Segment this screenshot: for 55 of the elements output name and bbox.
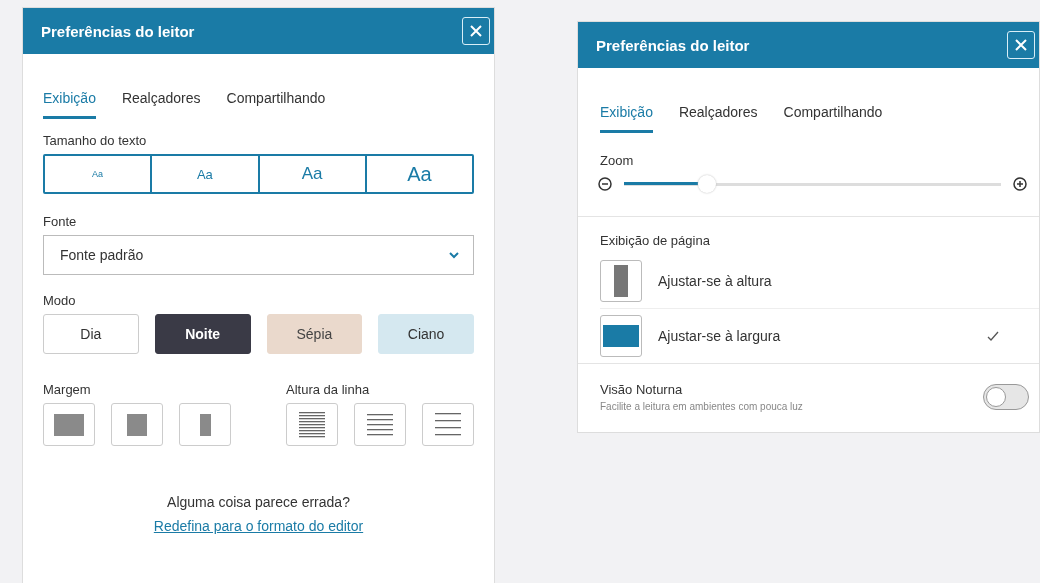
help-text: Alguma coisa parece errada?: [167, 494, 350, 510]
close-icon: [1015, 39, 1027, 51]
window-title: Preferências do leitor: [41, 22, 195, 40]
page-icon: [54, 413, 84, 436]
page-view-option[interactable]: Ajustar-se à largura: [578, 309, 1039, 364]
zoom-out-icon: [598, 177, 612, 191]
mode-button[interactable]: Sépia: [266, 314, 363, 354]
lines-icon: [435, 413, 461, 436]
section-label: Modo: [43, 293, 77, 308]
option-label: Ajustar-se à altura: [658, 273, 773, 289]
page-icon: [127, 413, 147, 436]
setting-title: Visão Noturna: [600, 382, 684, 397]
lines-icon: [367, 413, 393, 436]
section-label: Margem: [43, 382, 92, 397]
window-title: Preferências do leitor: [596, 36, 750, 54]
close-icon: [470, 25, 482, 37]
mode-button[interactable]: Noite: [154, 314, 251, 354]
page-icon: [603, 325, 639, 347]
line-height-button[interactable]: [286, 403, 338, 446]
setting-description: Facilite a leitura em ambientes com pouca luz: [600, 401, 803, 412]
section-label: Tamanho do texto: [43, 133, 148, 148]
zoom-in-button[interactable]: [1013, 177, 1027, 191]
zoom-out-button[interactable]: [598, 177, 612, 191]
tab[interactable]: Exibição: [600, 104, 653, 133]
zoom-in-icon: [1013, 177, 1027, 191]
tab[interactable]: Exibição: [43, 90, 96, 119]
close-button[interactable]: [462, 17, 490, 45]
lines-icon: [299, 411, 325, 438]
section-label: Fonte: [43, 214, 78, 229]
tab[interactable]: Compartilhando: [226, 90, 326, 119]
close-button[interactable]: [1007, 31, 1035, 59]
margin-button[interactable]: [43, 403, 95, 446]
zoom-slider-thumb[interactable]: [697, 175, 716, 193]
margin-button[interactable]: [179, 403, 231, 446]
page-icon: [614, 265, 628, 297]
tab[interactable]: Compartilhando: [783, 104, 883, 133]
line-height-button[interactable]: [354, 403, 406, 446]
page-view-option[interactable]: Ajustar-se à altura: [600, 254, 1039, 309]
page-icon: [199, 413, 211, 436]
reset-link[interactable]: Redefina para o formato do editor: [153, 518, 364, 534]
section-label: Zoom: [599, 153, 635, 168]
font-dropdown[interactable]: Fonte padrão: [43, 235, 474, 275]
option-label: Ajustar-se à largura: [658, 328, 782, 344]
line-height-button[interactable]: [422, 403, 474, 446]
mode-button[interactable]: Dia: [43, 314, 139, 354]
chevron-down-icon: [449, 251, 459, 259]
margin-button[interactable]: [111, 403, 163, 446]
checkmark-icon: [987, 331, 999, 341]
dropdown-value: Fonte padrão: [60, 247, 144, 263]
night-vision-toggle[interactable]: [983, 384, 1029, 410]
tab[interactable]: Realçadores: [678, 104, 758, 133]
mode-button[interactable]: Ciano: [378, 314, 474, 354]
tab[interactable]: Realçadores: [121, 90, 201, 119]
section-label: Altura da linha: [286, 382, 371, 397]
section-label: Exibição de página: [600, 233, 711, 248]
